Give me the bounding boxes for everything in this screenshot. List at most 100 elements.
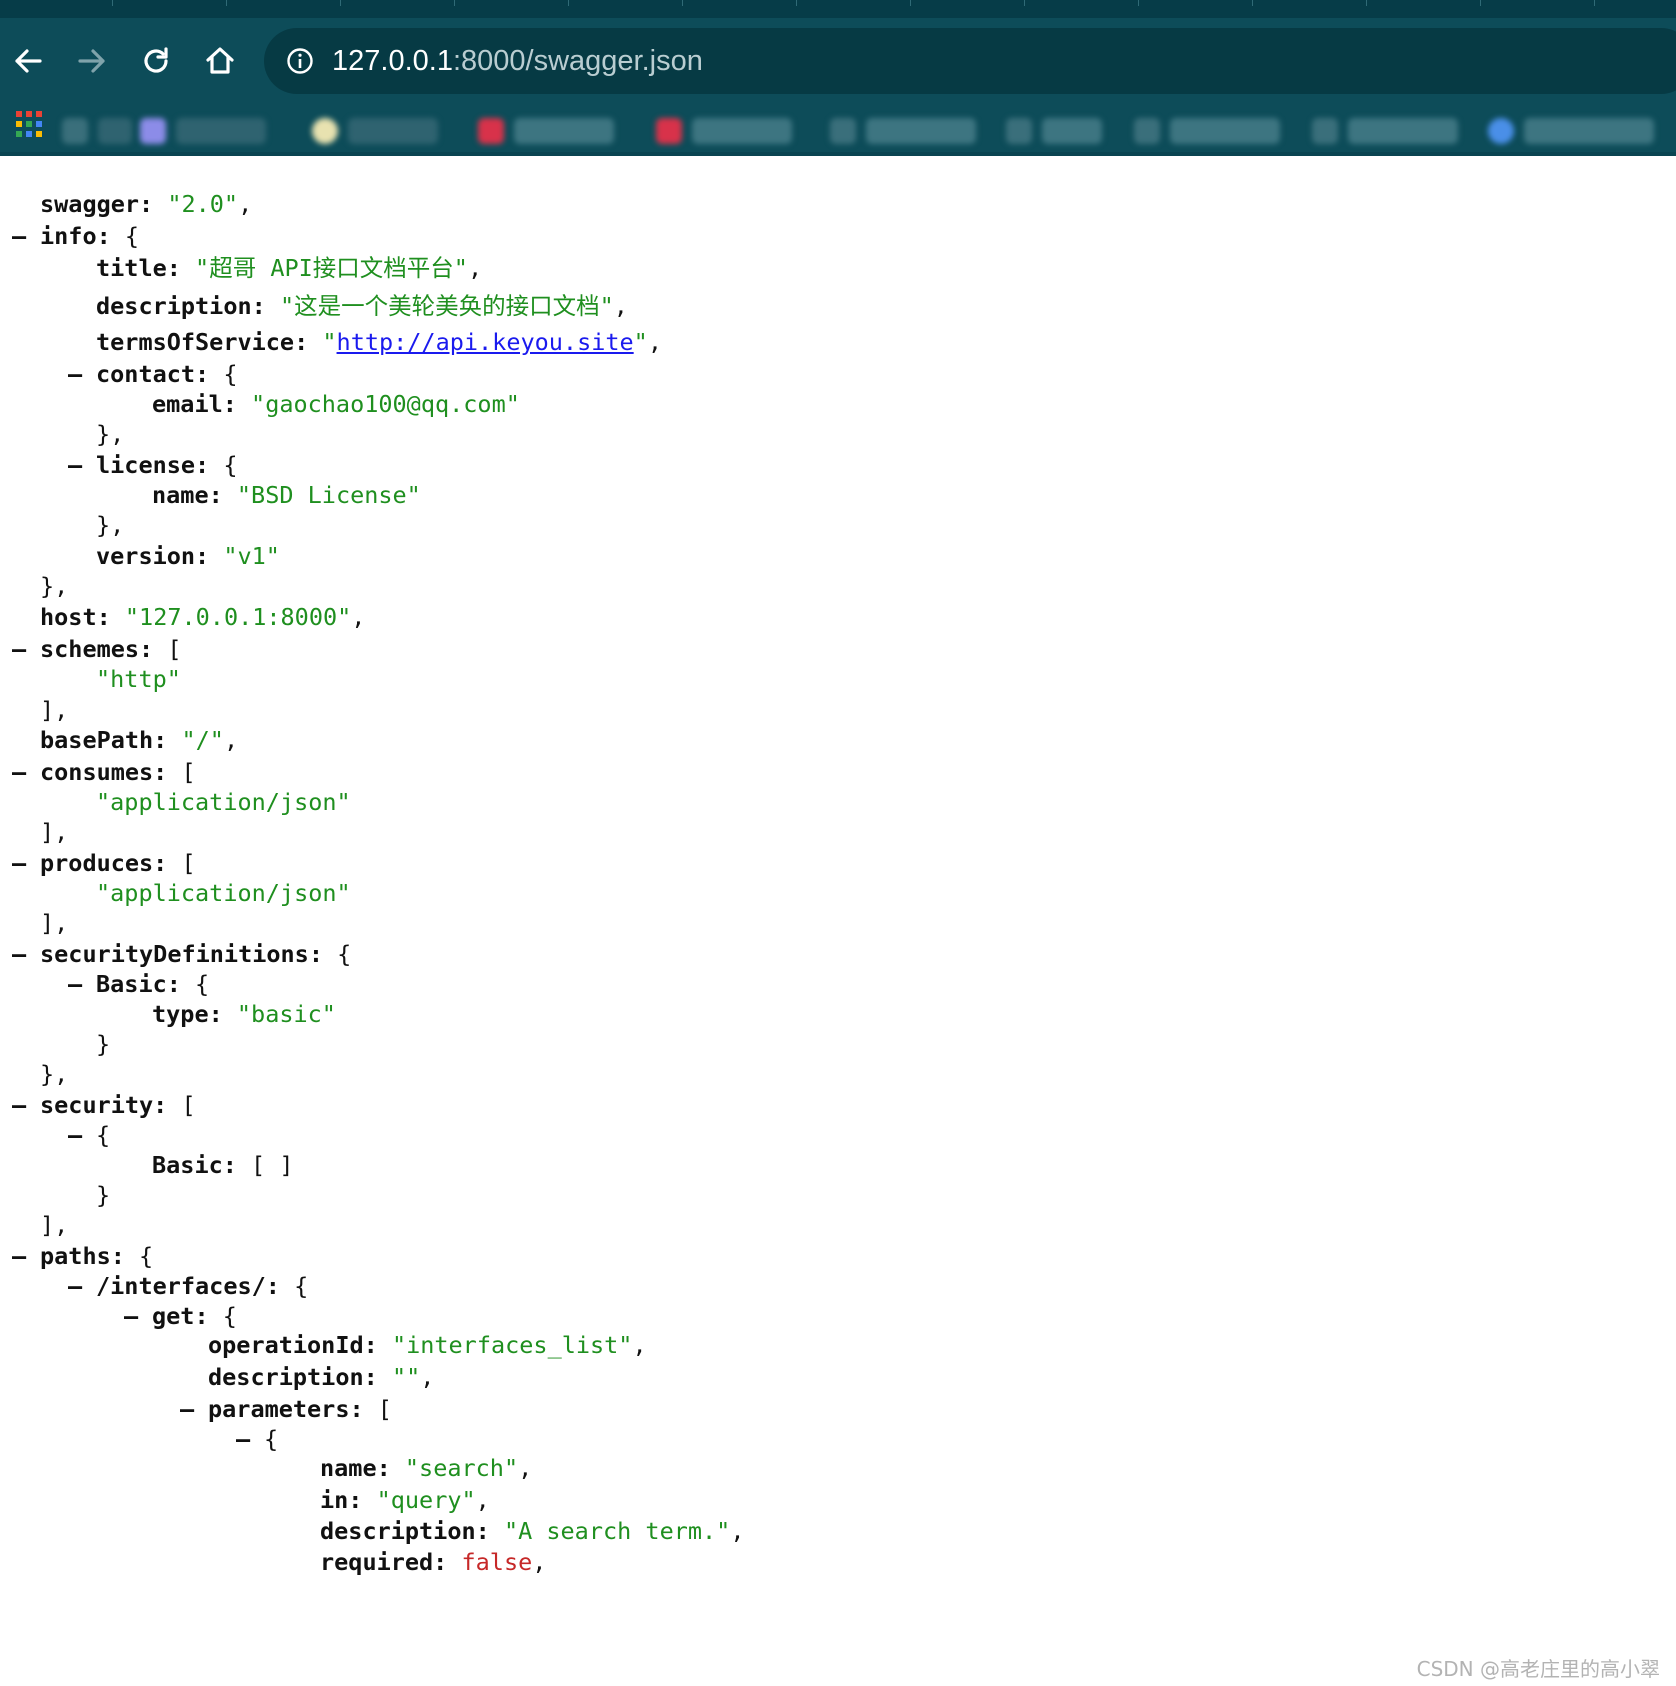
- url-text[interactable]: 127.0.0.1:8000/swagger.json: [332, 41, 703, 81]
- json-value-string: "2.0": [167, 190, 239, 218]
- json-key: in:: [320, 1486, 363, 1514]
- json-bracket: ],: [40, 818, 69, 846]
- json-key: version:: [96, 542, 210, 570]
- json-line-param-in: in: "query",: [320, 1486, 490, 1514]
- json-value-string: "这是一个美轮美奂的接口文档": [279, 292, 614, 320]
- json-viewer: swagger: "2.0", – info: { title: "超哥 API…: [0, 156, 1676, 1686]
- bookmark-item[interactable]: [656, 116, 792, 146]
- url-host: 127.0.0.1: [332, 45, 453, 77]
- collapse-toggle[interactable]: –: [236, 1424, 250, 1454]
- info-icon[interactable]: [286, 47, 314, 75]
- bookmark-item[interactable]: [478, 116, 614, 146]
- collapse-toggle[interactable]: –: [12, 221, 26, 251]
- forward-button[interactable]: [69, 38, 115, 84]
- tab-divider: [910, 0, 911, 6]
- tab-divider: [226, 0, 227, 6]
- json-value-string: "application/json": [96, 879, 351, 907]
- bookmark-favicon: [1312, 118, 1338, 144]
- bookmark-favicon: [514, 118, 614, 144]
- tab-divider: [682, 0, 683, 6]
- json-value-string: "basic": [236, 1000, 336, 1028]
- json-key: Basic:: [96, 970, 181, 998]
- json-line-license-name: name: "BSD License": [152, 480, 421, 510]
- json-line-title: title: "超哥 API接口文档平台",: [96, 254, 483, 282]
- json-key: license:: [96, 451, 210, 479]
- json-key: contact:: [96, 360, 210, 388]
- json-brace: },: [96, 420, 125, 448]
- bookmark-item[interactable]: [1006, 116, 1102, 146]
- bookmark-item[interactable]: [1312, 116, 1458, 146]
- json-line-get: get: {: [152, 1302, 237, 1330]
- home-icon: [206, 47, 234, 74]
- bookmark-item[interactable]: [62, 116, 132, 146]
- bookmark-item[interactable]: [140, 116, 266, 146]
- tab-divider: [112, 0, 113, 6]
- home-button[interactable]: [197, 38, 243, 84]
- json-line-basepath: basePath: "/",: [40, 726, 239, 754]
- collapse-toggle[interactable]: –: [68, 1271, 82, 1301]
- collapse-toggle[interactable]: –: [68, 450, 82, 480]
- back-button[interactable]: [5, 38, 51, 84]
- json-array-item: "http": [96, 664, 181, 694]
- json-brace: }: [96, 1181, 111, 1209]
- bookmarks-bar: [0, 110, 1676, 152]
- json-line-consumes: consumes: [: [40, 758, 196, 786]
- json-line-description: description: "这是一个美轮美奂的接口文档",: [96, 292, 628, 320]
- tab-divider: [340, 0, 341, 6]
- json-value-string: "interfaces_list": [391, 1331, 633, 1359]
- json-line-swagger: swagger: "2.0",: [40, 190, 253, 218]
- collapse-toggle[interactable]: –: [68, 1120, 82, 1150]
- reload-button[interactable]: [133, 38, 179, 84]
- tab-divider: [1252, 0, 1253, 6]
- bookmark-item[interactable]: [312, 116, 438, 146]
- json-key: parameters:: [208, 1395, 364, 1423]
- json-line-host: host: "127.0.0.1:8000",: [40, 603, 366, 631]
- collapse-toggle[interactable]: –: [12, 757, 26, 787]
- json-key: title:: [96, 254, 181, 282]
- json-value-string: "BSD License": [236, 481, 421, 509]
- collapse-toggle[interactable]: –: [12, 939, 26, 969]
- json-value-string: "query": [376, 1486, 476, 1514]
- json-bracket: ],: [40, 1211, 69, 1239]
- url-path: :8000/swagger.json: [452, 45, 703, 77]
- json-line-operationid: operationId: "interfaces_list",: [208, 1331, 647, 1359]
- bookmark-item[interactable]: [830, 116, 976, 146]
- bookmark-favicon: [98, 118, 132, 144]
- json-line-license: license: {: [96, 451, 238, 479]
- collapse-toggle[interactable]: –: [68, 359, 82, 389]
- json-key: termsOfService:: [96, 328, 309, 356]
- collapse-toggle[interactable]: –: [68, 969, 82, 999]
- bookmark-item[interactable]: [1488, 116, 1654, 146]
- apps-grid-icon[interactable]: [15, 110, 43, 138]
- watermark: CSDN @高老庄里的高小翠: [1416, 1657, 1660, 1681]
- json-line-version: version: "v1": [96, 541, 280, 571]
- collapse-toggle[interactable]: –: [12, 634, 26, 664]
- json-value-string: "": [391, 1363, 421, 1391]
- collapse-toggle[interactable]: –: [180, 1394, 194, 1424]
- json-value-string: "/": [181, 726, 224, 754]
- bookmark-favicon: [830, 118, 856, 144]
- json-line-param-description: description: "A search term.",: [320, 1517, 745, 1545]
- bookmark-favicon: [866, 118, 976, 144]
- json-key: info:: [40, 222, 111, 250]
- collapse-toggle[interactable]: –: [12, 1090, 26, 1120]
- json-value-string: "search": [404, 1454, 519, 1482]
- tab-divider: [1138, 0, 1139, 6]
- collapse-toggle[interactable]: –: [12, 1241, 26, 1271]
- window-top-strip: [0, 0, 1676, 18]
- tab-divider: [796, 0, 797, 6]
- tab-divider: [1480, 0, 1481, 6]
- bookmark-favicon: [140, 118, 166, 144]
- tab-divider: [1366, 0, 1367, 6]
- address-bar[interactable]: 127.0.0.1:8000/swagger.json: [264, 28, 1676, 94]
- json-key: security:: [40, 1091, 168, 1119]
- bookmark-item[interactable]: [1134, 116, 1280, 146]
- json-key: schemes:: [40, 635, 154, 663]
- collapse-toggle[interactable]: –: [12, 848, 26, 878]
- json-key: host:: [40, 603, 111, 631]
- collapse-toggle[interactable]: –: [124, 1301, 138, 1331]
- json-bracket: ],: [40, 909, 69, 937]
- json-key: required:: [320, 1548, 448, 1576]
- json-key: securityDefinitions:: [40, 940, 323, 968]
- terms-of-service-link[interactable]: http://api.keyou.site: [337, 328, 634, 356]
